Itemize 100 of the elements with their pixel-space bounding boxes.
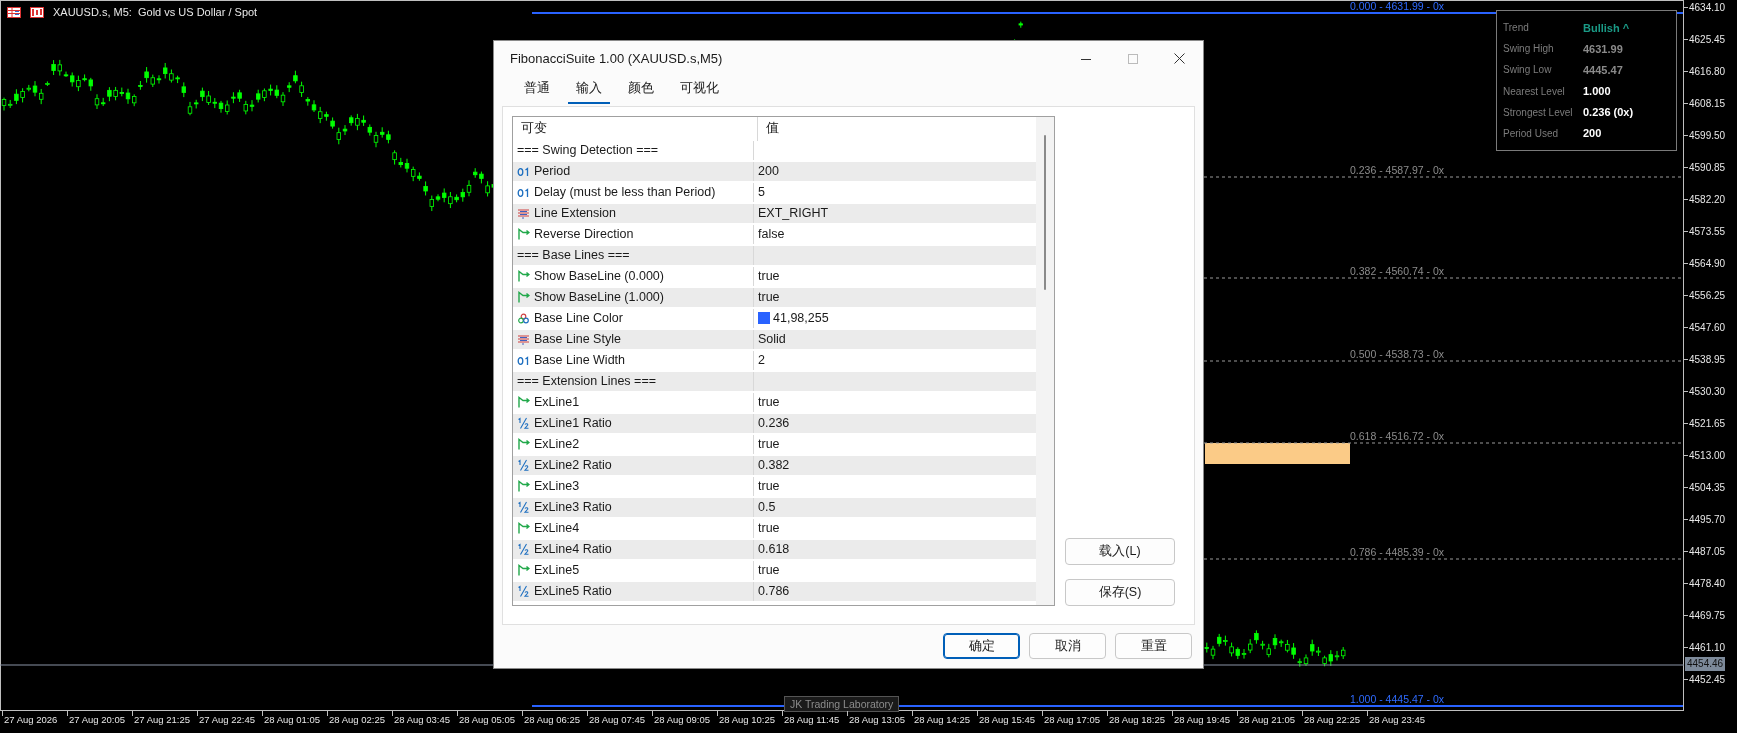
side-button[interactable]: 保存(S) — [1065, 578, 1175, 606]
time-label: 27 Aug 2026 — [4, 714, 58, 725]
time-label: 28 Aug 22:25 — [1304, 714, 1360, 725]
parameter-value: 2 — [758, 353, 765, 368]
table-row[interactable]: ExLine2 Ratio 0.382 — [513, 455, 1036, 477]
scrollbar-thumb[interactable] — [1044, 134, 1046, 290]
time-label: 28 Aug 06:25 — [524, 714, 580, 725]
branch-arrow-icon — [517, 438, 530, 451]
parameter-name: ExLine1 — [534, 395, 580, 410]
tab[interactable]: 可视化 — [672, 76, 727, 104]
time-label: 28 Aug 14:25 — [914, 714, 970, 725]
parameter-name: Base Line Width — [534, 353, 626, 368]
table-row[interactable]: Line Extension EXT_RIGHT — [513, 203, 1036, 225]
price-label: 4513.00 — [1689, 449, 1726, 461]
color-circles-icon — [517, 312, 530, 324]
table-row[interactable]: ExLine3 Ratio 0.5 — [513, 497, 1036, 519]
fib-level-label: 1.000 - 4445.47 - 0x — [1350, 693, 1444, 705]
parameter-name: ExLine1 Ratio — [534, 416, 612, 431]
parameter-name: ExLine5 Ratio — [534, 584, 612, 599]
window-grid-icon — [7, 6, 21, 18]
integer-icon — [517, 354, 530, 366]
info-label: Strongest Level — [1503, 106, 1574, 118]
fraction-icon — [517, 585, 530, 598]
branch-arrow-icon — [517, 522, 530, 535]
price-label: 4608.15 — [1689, 97, 1726, 109]
parameter-name: ExLine4 — [534, 521, 580, 536]
time-label: 28 Aug 01:05 — [264, 714, 320, 725]
window-title: FibonacciSuite 1.00 (XAUUSD.s,M5) — [510, 51, 723, 67]
maximize-icon — [1127, 53, 1138, 64]
parameter-name: Base Line Color — [534, 311, 623, 326]
branch-arrow-icon — [517, 291, 530, 304]
tab[interactable]: 输入 — [568, 76, 610, 104]
tab[interactable]: 颜色 — [620, 76, 662, 104]
time-label: 28 Aug 09:05 — [654, 714, 710, 725]
price-label: 4452.45 — [1689, 673, 1726, 685]
info-label: Trend — [1503, 22, 1530, 34]
price-label: 4547.60 — [1689, 321, 1726, 333]
time-label: 28 Aug 02:25 — [329, 714, 385, 725]
price-label: 4556.25 — [1689, 289, 1726, 301]
dialog-button[interactable]: 确定 — [943, 633, 1020, 660]
time-label: 28 Aug 23:45 — [1369, 714, 1425, 725]
parameter-value: true — [758, 563, 780, 578]
price-label: 4504.35 — [1689, 481, 1726, 493]
time-label: 28 Aug 19:45 — [1174, 714, 1230, 725]
price-label: 4616.80 — [1689, 65, 1726, 77]
parameter-value: 0.236 — [758, 416, 790, 431]
price-label: 4564.90 — [1689, 257, 1726, 269]
price-label: 4625.45 — [1689, 33, 1726, 45]
candlestick — [1018, 21, 1023, 29]
info-value: 1.000 — [1583, 85, 1611, 98]
parameter-name: ExLine3 Ratio — [534, 500, 612, 515]
dialog-button[interactable]: 重置 — [1115, 633, 1192, 660]
info-label: Nearest Level — [1503, 85, 1566, 97]
parameter-value: 41,98,255 — [773, 311, 829, 326]
time-label: 28 Aug 18:25 — [1109, 714, 1165, 725]
fraction-icon — [517, 543, 530, 556]
table-row[interactable]: Base Line Style Solid — [513, 329, 1036, 351]
parameter-name: Line Extension — [534, 206, 616, 221]
parameter-name: ExLine2 Ratio — [534, 458, 612, 473]
parameter-value: 200 — [758, 164, 779, 179]
parameter-value: 0.618 — [758, 542, 790, 557]
info-value: Bullish ^ — [1583, 21, 1630, 34]
price-label: 4573.55 — [1689, 225, 1726, 237]
fib-level-label: 0.000 - 4631.99 - 0x — [1350, 0, 1444, 12]
section-heading: === Extension Lines === — [517, 374, 656, 389]
table-row[interactable]: ExLine4 Ratio 0.618 — [513, 539, 1036, 561]
column-header: 值 — [766, 120, 779, 138]
list-icon — [517, 333, 530, 345]
side-button[interactable]: 载入(L) — [1065, 537, 1175, 565]
time-label: 28 Aug 11:45 — [784, 714, 840, 725]
info-value: 4445.47 — [1583, 63, 1623, 76]
price-label: 4599.50 — [1689, 129, 1726, 141]
time-label: 28 Aug 17:05 — [1044, 714, 1100, 725]
price-label: 4478.40 — [1689, 577, 1726, 589]
fib-level-label: 0.500 - 4538.73 - 0x — [1350, 348, 1444, 360]
table-row[interactable]: Period 200 — [513, 161, 1036, 183]
table-row[interactable]: Show BaseLine (1.000) true — [513, 287, 1036, 309]
parameter-name: Reverse Direction — [534, 227, 634, 242]
chart-title: XAUUSD.s, M5: Gold vs US Dollar / Spot — [53, 6, 258, 18]
tab[interactable]: 普通 — [516, 76, 558, 104]
fib-level-label: 0.236 - 4587.97 - 0x — [1350, 164, 1444, 176]
column-header: 可变 — [521, 120, 547, 138]
price-label: 4469.75 — [1689, 609, 1726, 621]
branch-arrow-icon — [517, 228, 530, 241]
table-row[interactable]: === Base Lines === — [513, 245, 1036, 267]
parameter-value: EXT_RIGHT — [758, 206, 829, 221]
parameter-value: true — [758, 437, 780, 452]
dialog-button[interactable]: 取消 — [1029, 633, 1106, 660]
info-label: Period Used — [1503, 127, 1560, 139]
table-row[interactable]: === Extension Lines === — [513, 371, 1036, 393]
info-value: 200 — [1583, 127, 1602, 140]
integer-icon — [517, 186, 530, 198]
parameter-value: Solid — [758, 332, 786, 347]
parameter-value: true — [758, 521, 780, 536]
table-row[interactable]: ExLine1 Ratio 0.236 — [513, 413, 1036, 435]
parameter-name: ExLine3 — [534, 479, 580, 494]
parameter-name: Show BaseLine (0.000) — [534, 269, 664, 284]
time-label: 28 Aug 03:45 — [394, 714, 450, 725]
price-label: 4521.65 — [1689, 417, 1726, 429]
table-row[interactable]: ExLine5 Ratio 0.786 — [513, 581, 1036, 603]
